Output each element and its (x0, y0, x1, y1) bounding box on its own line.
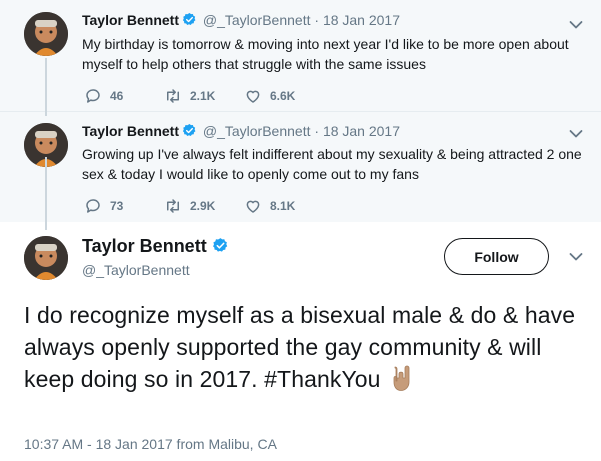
tweet-header: Taylor Bennett @_TaylorBennett · 18 Jan … (82, 123, 400, 139)
tweet-header: Taylor Bennett @_TaylorBennett · 18 Jan … (82, 12, 400, 28)
main-author-name: Taylor Bennett (82, 236, 231, 257)
like-button[interactable]: 8.1K (244, 197, 295, 215)
context-tweet-1[interactable]: Taylor Bennett @_TaylorBennett · 18 Jan … (0, 0, 601, 111)
retweet-count: 2.9K (190, 199, 216, 213)
rock-on-hand-emoji-icon (389, 364, 415, 392)
tweet-text: Growing up I've always felt indifferent … (82, 146, 582, 182)
tweet-body: I do recognize myself as a bisexual male… (24, 302, 576, 392)
chevron-down-icon[interactable] (569, 129, 583, 139)
tweet-actions: 46 2.1K 6.6K (84, 86, 295, 106)
main-tweet-text: I do recognize myself as a bisexual male… (24, 299, 594, 395)
retweet-icon (167, 199, 179, 213)
chevron-down-icon[interactable] (569, 252, 583, 262)
context-tweet-2[interactable]: Taylor Bennett @_TaylorBennett · 18 Jan … (0, 111, 601, 222)
thread-connector (45, 58, 47, 116)
author-handle[interactable]: @_TaylorBennett (203, 12, 311, 28)
like-count: 8.1K (270, 199, 296, 213)
separator-dot: · (314, 123, 320, 139)
verified-badge-icon (182, 12, 197, 27)
author-handle[interactable]: @_TaylorBennett (82, 262, 190, 278)
reply-icon (86, 89, 100, 103)
author-name[interactable]: Taylor Bennett (82, 236, 207, 256)
tweet-timestamp-location[interactable]: 10:37 AM - 18 Jan 2017 from Malibu, CA (24, 436, 277, 452)
like-count: 6.6K (270, 89, 296, 103)
heart-icon (246, 90, 260, 103)
author-name[interactable]: Taylor Bennett (82, 123, 179, 139)
author-name[interactable]: Taylor Bennett (82, 12, 179, 28)
tweet-text: My birthday is tomorrow & moving into ne… (82, 36, 569, 72)
tweet-actions: 73 2.9K 8.1K (84, 196, 295, 216)
thread-connector (45, 157, 47, 230)
separator-dot: · (314, 12, 320, 28)
reply-count: 46 (110, 89, 124, 103)
reply-button[interactable]: 46 (84, 87, 164, 105)
avatar[interactable] (24, 236, 68, 280)
verified-badge-icon (182, 123, 197, 138)
tweet-date[interactable]: 18 Jan 2017 (323, 123, 400, 139)
avatar[interactable] (24, 12, 68, 56)
verified-badge-icon (212, 237, 229, 254)
reply-count: 73 (110, 199, 124, 213)
like-button[interactable]: 6.6K (244, 87, 295, 105)
reply-button[interactable]: 73 (84, 197, 164, 215)
retweet-icon (167, 89, 179, 103)
follow-button[interactable]: Follow (444, 238, 549, 275)
heart-icon (246, 200, 260, 213)
retweet-count: 2.1K (190, 89, 216, 103)
chevron-down-icon[interactable] (569, 20, 583, 30)
retweet-button[interactable]: 2.1K (164, 87, 244, 105)
retweet-button[interactable]: 2.9K (164, 197, 244, 215)
reply-icon (86, 199, 100, 213)
tweet-date[interactable]: 18 Jan 2017 (323, 12, 400, 28)
author-handle[interactable]: @_TaylorBennett (203, 123, 311, 139)
